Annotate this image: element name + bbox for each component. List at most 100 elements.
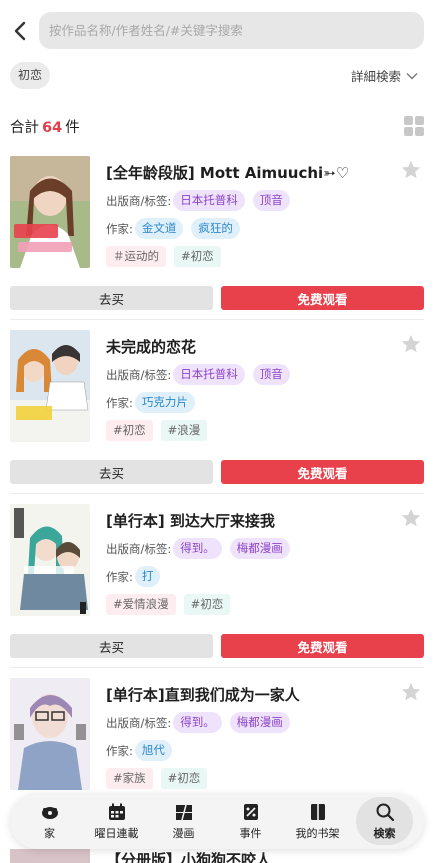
manga-card: [单行本] 到达大厅来接我 出版商/标签: 得到。 梅都漫画 作家: 打 #爱情…	[0, 504, 434, 678]
tab-label: 我的书架	[295, 826, 340, 840]
keyword-tag[interactable]: #初恋	[174, 246, 221, 267]
tab-manga[interactable]: 漫画	[155, 797, 212, 845]
manga-card: [全年龄段版] Mott Aimuuchi➳♡ 出版商/标签: 日本托普科 顶音…	[0, 156, 434, 330]
publisher-tag[interactable]: 梅都漫画	[229, 538, 290, 559]
home-icon	[41, 806, 58, 819]
cover-image[interactable]	[10, 678, 90, 790]
favorite-star-icon[interactable]	[400, 507, 422, 529]
publisher-row: 出版商/标签: 得到。 梅都漫画	[106, 538, 298, 559]
keyword-tag[interactable]: #爱情浪漫	[106, 594, 176, 615]
tab-label: 検索	[373, 826, 396, 840]
keyword-tag[interactable]: #初恋	[183, 594, 231, 615]
author-label: 作家:	[106, 221, 133, 236]
filter-chip[interactable]: 初恋	[10, 62, 51, 89]
publisher-tag[interactable]: 顶音	[252, 190, 290, 211]
keyword-tag[interactable]: ＃运动的	[106, 246, 166, 267]
advanced-search-toggle[interactable]: 詳細検索	[351, 66, 418, 85]
manga-title[interactable]: [全年龄段版] Mott Aimuuchi➳♡	[106, 162, 349, 183]
grid-view-icon[interactable]	[404, 116, 424, 136]
search-input[interactable]	[39, 12, 424, 49]
manga-title[interactable]: [单行本]直到我们成为一家人	[106, 684, 300, 705]
top-bar	[0, 0, 434, 62]
publisher-label: 出版商/标签:	[106, 541, 172, 556]
author-tag[interactable]: 金文道	[134, 218, 184, 239]
author-tag[interactable]: 疯狂的	[191, 218, 240, 239]
cover-image[interactable]	[10, 156, 90, 268]
divider	[10, 667, 424, 668]
bottom-tab-bar: 家 曜日連載 漫画 事件 我的书架 検索	[10, 793, 424, 849]
free-read-button[interactable]: 免费观看	[221, 286, 424, 310]
calendar-icon	[108, 803, 125, 820]
search-box[interactable]	[39, 12, 424, 49]
results-count: 合計 64 件	[10, 116, 80, 137]
tab-label: 事件	[239, 826, 262, 840]
keyword-tag[interactable]: #浪漫	[160, 420, 208, 441]
tab-search[interactable]: 検索	[356, 797, 413, 845]
search-icon	[376, 803, 394, 821]
manga-card: 未完成的恋花 出版商/标签: 日本托普科 顶音 作家: 巧克力片 #初恋 #浪漫…	[0, 330, 434, 504]
manga-title[interactable]: 未完成的恋花	[106, 336, 196, 357]
publisher-row: 出版商/标签: 日本托普科 顶音	[106, 190, 298, 211]
results-prefix: 合計	[10, 120, 39, 136]
publisher-tag[interactable]: 顶音	[252, 364, 290, 385]
advanced-search-label: 詳細検索	[350, 69, 401, 84]
bookshelf-icon	[310, 803, 325, 820]
author-row: 作家: 旭代	[106, 740, 180, 761]
author-label: 作家:	[106, 569, 133, 584]
free-read-button[interactable]: 免费观看	[221, 634, 424, 658]
back-arrow-icon[interactable]	[12, 19, 30, 43]
publisher-tag[interactable]: 日本托普科	[173, 190, 245, 211]
manga-icon	[175, 804, 192, 820]
results-number: 64	[42, 120, 63, 136]
keyword-tag[interactable]: #初恋	[160, 768, 208, 789]
buy-button[interactable]: 去买	[10, 634, 213, 658]
author-row: 作家: 巧克力片	[106, 392, 203, 413]
divider	[10, 319, 424, 320]
publisher-tag[interactable]: 得到。	[173, 712, 222, 733]
publisher-tag[interactable]: 梅都漫画	[229, 712, 290, 733]
manga-title[interactable]: 【分册版】小狗狗不咬人	[106, 849, 271, 863]
results-suffix: 件	[65, 120, 80, 136]
tab-label: 曜日連載	[94, 826, 139, 840]
author-label: 作家:	[106, 743, 133, 758]
keyword-tag[interactable]: #家族	[106, 768, 153, 789]
publisher-label: 出版商/标签:	[106, 367, 172, 382]
author-row: 作家: 金文道 疯狂的	[106, 218, 248, 239]
tab-weekly-serial[interactable]: 曜日連載	[88, 797, 145, 845]
author-tag[interactable]: 旭代	[134, 740, 172, 761]
author-tag[interactable]: 巧克力片	[134, 392, 195, 413]
keyword-row: #家族 #初恋	[106, 768, 215, 789]
free-read-button[interactable]: 免费观看	[221, 460, 424, 484]
keyword-row: ＃运动的 #初恋	[106, 246, 229, 267]
buy-button[interactable]: 去买	[10, 460, 213, 484]
publisher-row: 出版商/标签: 日本托普科 顶音	[106, 364, 298, 385]
author-row: 作家: 打	[106, 566, 168, 587]
next-card-peek: 【分册版】小狗狗不咬人	[0, 849, 434, 863]
chevron-down-icon	[406, 72, 418, 79]
publisher-tag[interactable]: 日本托普科	[173, 364, 245, 385]
cover-image[interactable]	[10, 330, 90, 442]
manga-title[interactable]: [单行本] 到达大厅来接我	[106, 510, 275, 531]
favorite-star-icon[interactable]	[400, 333, 422, 355]
publisher-label: 出版商/标签:	[106, 715, 172, 730]
tab-events[interactable]: 事件	[222, 797, 279, 845]
event-icon	[243, 803, 258, 820]
favorite-star-icon[interactable]	[400, 681, 422, 703]
publisher-row: 出版商/标签: 得到。 梅都漫画	[106, 712, 298, 733]
keyword-row: #初恋 #浪漫	[106, 420, 215, 441]
buy-button[interactable]: 去买	[10, 286, 213, 310]
author-tag[interactable]: 打	[134, 566, 161, 587]
favorite-star-icon[interactable]	[400, 159, 422, 181]
divider	[10, 493, 424, 494]
keyword-tag[interactable]: #初恋	[106, 420, 153, 441]
publisher-tag[interactable]: 得到。	[173, 538, 222, 559]
tab-home[interactable]: 家	[21, 797, 78, 845]
tab-label: 漫画	[172, 826, 195, 840]
author-label: 作家:	[106, 395, 133, 410]
cover-image[interactable]	[10, 849, 90, 863]
tab-bookshelf[interactable]: 我的书架	[289, 797, 346, 845]
publisher-label: 出版商/标签:	[106, 193, 172, 208]
cover-image[interactable]	[10, 504, 90, 616]
keyword-row: #爱情浪漫 #初恋	[106, 594, 238, 615]
tab-label: 家	[44, 826, 55, 840]
